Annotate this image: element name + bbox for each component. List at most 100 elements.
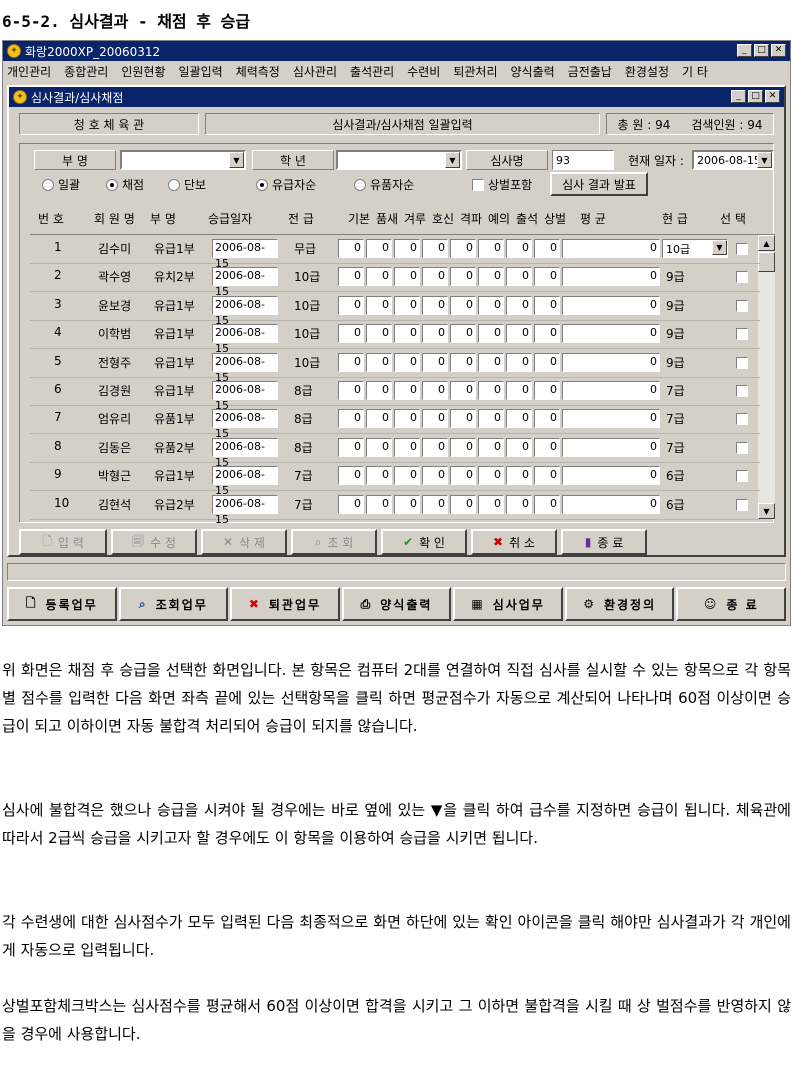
score-input[interactable]: 0: [534, 295, 560, 315]
scroll-down-icon[interactable]: ▼: [758, 503, 775, 519]
score-input[interactable]: 0: [366, 324, 392, 344]
score-input[interactable]: 0: [450, 381, 476, 400]
promotion-date-input[interactable]: 2006-08-15: [212, 324, 278, 355]
grade-select[interactable]: ▼: [336, 150, 462, 170]
radio-score[interactable]: 채점: [106, 176, 144, 193]
score-input[interactable]: 0: [338, 494, 364, 514]
score-input[interactable]: 0: [506, 239, 532, 258]
publish-result-button[interactable]: 심사 결과 발표: [550, 172, 648, 196]
score-input[interactable]: 0: [338, 324, 364, 344]
menu-item[interactable]: 개인관리: [7, 63, 51, 80]
score-input[interactable]: 0: [506, 437, 532, 457]
chevron-down-icon[interactable]: ▼: [712, 240, 727, 255]
edit-button[interactable]: 🗐 수 정: [111, 529, 197, 555]
score-input[interactable]: 0: [534, 324, 560, 344]
score-input[interactable]: 0: [422, 381, 448, 400]
score-input[interactable]: 0: [506, 295, 532, 315]
score-input[interactable]: 0: [338, 295, 364, 315]
score-input[interactable]: 0: [478, 381, 504, 400]
score-input[interactable]: 0: [506, 466, 532, 486]
inner-maximize-icon[interactable]: □: [748, 90, 763, 103]
print-button[interactable]: ⎙ 양식출력: [341, 587, 452, 621]
date-select[interactable]: 2006-08-15 ▼: [692, 150, 774, 170]
chevron-down-icon[interactable]: ▼: [445, 152, 460, 168]
menu-item[interactable]: 심사관리: [293, 63, 337, 80]
cancel-button[interactable]: ✖ 취 소: [471, 529, 557, 555]
score-input[interactable]: 0: [338, 267, 364, 287]
score-input[interactable]: 0: [534, 267, 560, 287]
score-input[interactable]: 0: [450, 437, 476, 457]
dept-select[interactable]: ▼: [120, 150, 246, 170]
score-input[interactable]: 0: [394, 437, 420, 457]
exit-button[interactable]: ▮ 종 료: [561, 529, 647, 555]
promotion-date-input[interactable]: 2006-08-15: [212, 494, 278, 526]
score-input[interactable]: 0: [450, 352, 476, 372]
exam-button[interactable]: ▦ 심사업무: [453, 587, 563, 621]
score-input[interactable]: 0: [338, 437, 364, 457]
score-input[interactable]: 0: [478, 324, 504, 344]
select-checkbox[interactable]: [736, 441, 748, 454]
score-input[interactable]: 0: [422, 239, 448, 258]
menu-item[interactable]: 인원현황: [121, 63, 165, 80]
score-input[interactable]: 0: [478, 267, 504, 287]
score-input[interactable]: 0: [394, 494, 420, 514]
score-input[interactable]: 0: [366, 295, 392, 315]
score-input[interactable]: 0: [478, 352, 504, 372]
chevron-down-icon[interactable]: ▼: [229, 152, 244, 168]
radio-batch[interactable]: 일괄: [42, 176, 80, 193]
select-checkbox[interactable]: [736, 498, 748, 511]
radio-belt-order[interactable]: 유품자순: [354, 176, 414, 193]
promotion-date-input[interactable]: 2006-08-15: [212, 381, 278, 412]
score-input[interactable]: 0: [394, 267, 420, 287]
search-button[interactable]: ⌕ 조 회: [291, 529, 377, 555]
score-input[interactable]: 0: [366, 267, 392, 287]
promotion-date-input[interactable]: 2006-08-15: [212, 437, 278, 469]
minimize-icon[interactable]: _: [737, 44, 752, 57]
score-input[interactable]: 0: [534, 381, 560, 400]
promotion-date-input[interactable]: 2006-08-15: [212, 239, 278, 270]
score-input[interactable]: 0: [338, 381, 364, 400]
score-input[interactable]: 0: [534, 494, 560, 514]
score-input[interactable]: 0: [450, 267, 476, 287]
score-input[interactable]: 0: [394, 409, 420, 429]
score-input[interactable]: 0: [366, 437, 392, 457]
score-input[interactable]: 0: [450, 295, 476, 315]
confirm-button[interactable]: ✔ 확 인: [381, 529, 467, 555]
promotion-date-input[interactable]: 2006-08-15: [212, 409, 278, 440]
menu-item[interactable]: 체력측정: [236, 63, 280, 80]
select-checkbox[interactable]: [736, 385, 748, 397]
select-checkbox[interactable]: [736, 299, 748, 312]
score-input[interactable]: 0: [534, 409, 560, 429]
score-input[interactable]: 0: [450, 239, 476, 258]
quit-button[interactable]: ☺ 종 료: [676, 587, 787, 621]
score-input[interactable]: 0: [366, 381, 392, 400]
score-input[interactable]: 0: [478, 437, 504, 457]
scroll-thumb[interactable]: [758, 252, 775, 272]
score-input[interactable]: 0: [450, 409, 476, 429]
inner-minimize-icon[interactable]: _: [731, 90, 746, 103]
score-input[interactable]: 0: [450, 466, 476, 486]
delete-button[interactable]: ✕ 삭 제: [201, 529, 287, 555]
score-input[interactable]: 0: [534, 239, 560, 258]
chevron-down-icon[interactable]: ▼: [757, 152, 772, 168]
score-input[interactable]: 0: [506, 409, 532, 429]
input-button[interactable]: 🗋 입 력: [19, 529, 107, 555]
score-input[interactable]: 0: [422, 466, 448, 486]
select-checkbox[interactable]: [736, 470, 748, 483]
score-input[interactable]: 0: [534, 466, 560, 486]
score-input[interactable]: 0: [450, 324, 476, 344]
score-input[interactable]: 0: [422, 409, 448, 429]
menu-item[interactable]: 기 타: [682, 63, 708, 80]
menu-item[interactable]: 금전출납: [568, 63, 612, 80]
score-input[interactable]: 0: [450, 494, 476, 514]
score-input[interactable]: 0: [478, 295, 504, 315]
select-checkbox[interactable]: [736, 328, 748, 341]
score-input[interactable]: 0: [338, 409, 364, 429]
select-checkbox[interactable]: [736, 271, 748, 284]
promotion-date-input[interactable]: 2006-08-15: [212, 352, 278, 384]
score-input[interactable]: 0: [394, 466, 420, 486]
score-input[interactable]: 0: [366, 494, 392, 514]
score-input[interactable]: 0: [478, 494, 504, 514]
score-input[interactable]: 0: [534, 352, 560, 372]
score-input[interactable]: 0: [338, 239, 364, 258]
